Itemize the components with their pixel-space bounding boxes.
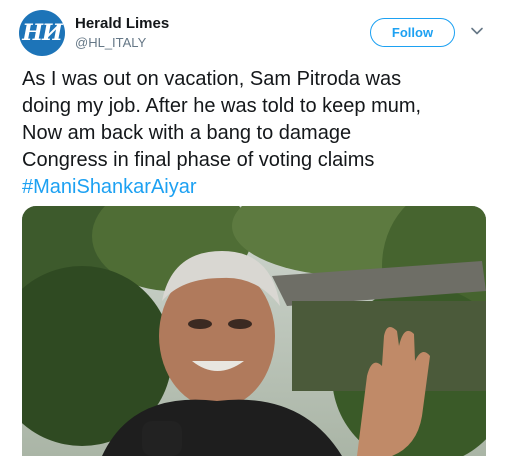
avatar[interactable]: НИ	[19, 10, 65, 56]
follow-button[interactable]: Follow	[370, 18, 455, 47]
tweet-line: Congress in final phase of voting claims	[22, 149, 375, 171]
tweet-line: Now am back with a bang to damage	[22, 122, 352, 144]
photo-illustration	[22, 206, 486, 456]
avatar-logo-text: НИ	[22, 20, 63, 46]
tweet-line: As I was out on vacation, Sam Pitroda wa…	[22, 68, 402, 90]
chevron-down-icon[interactable]	[470, 24, 484, 38]
author-handle[interactable]: @HL_ITALY	[75, 35, 146, 50]
hashtag-link[interactable]: #ManiShankarAiyar	[22, 174, 492, 201]
tweet-line: doing my job. After he was told to keep …	[22, 95, 422, 117]
tweet-text: As I was out on vacation, Sam Pitroda wa…	[22, 66, 492, 201]
tweet-media-photo[interactable]	[22, 206, 486, 456]
author-name[interactable]: Herald Limes	[75, 15, 169, 32]
